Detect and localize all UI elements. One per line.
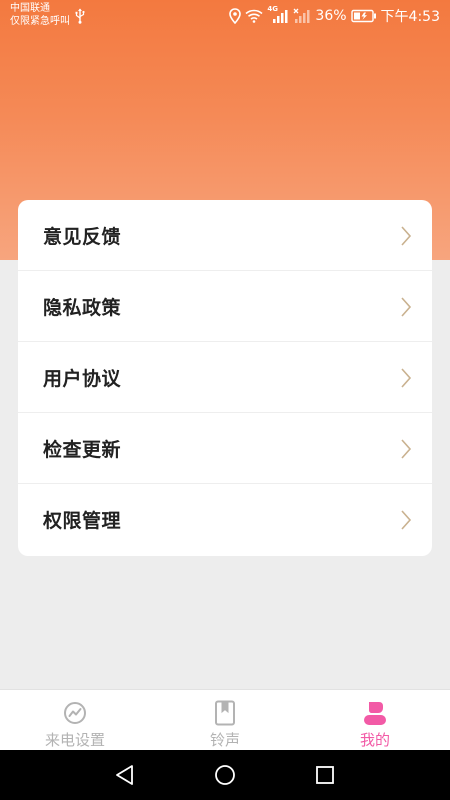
menu-item-label: 意见反馈	[43, 225, 122, 248]
trend-circle-icon	[64, 702, 86, 724]
chevron-right-icon	[401, 439, 412, 459]
carrier-name: 中国联通	[10, 3, 50, 14]
tab-call-settings[interactable]: 来电设置	[0, 690, 150, 750]
menu-item-check-update[interactable]: 检查更新	[18, 413, 432, 484]
menu-item-user-agreement[interactable]: 用户协议	[18, 342, 432, 413]
usb-icon	[75, 8, 85, 24]
clock: 下午4:53	[380, 9, 440, 25]
menu-item-label: 权限管理	[43, 510, 122, 532]
system-nav-bar	[0, 750, 450, 800]
tab-label: 铃声	[209, 731, 240, 749]
battery-percent: 36%	[315, 8, 347, 24]
bottom-tab-bar: 来电设置 铃声 我的	[0, 689, 450, 750]
status-bar: 中国联通 仅限紧急呼叫 4G 36% 下午4:53	[0, 0, 450, 32]
menu-item-label: 用户协议	[43, 367, 122, 390]
book-icon	[215, 700, 235, 726]
carrier-info: 中国联通 仅限紧急呼叫	[10, 2, 70, 28]
chevron-right-icon	[401, 226, 412, 246]
no-signal-icon	[293, 8, 310, 23]
wifi-icon	[245, 9, 263, 23]
tab-label: 来电设置	[44, 731, 105, 749]
tab-ringtones[interactable]: 铃声	[150, 690, 300, 750]
chevron-right-icon	[401, 368, 412, 388]
recents-icon[interactable]	[314, 764, 336, 786]
user-icon	[364, 702, 386, 725]
menu-item-feedback[interactable]: 意见反馈	[18, 200, 432, 271]
tab-mine[interactable]: 我的	[300, 690, 450, 750]
signal-4g: 4G	[267, 5, 289, 24]
menu-item-label: 隐私政策	[43, 296, 122, 319]
chevron-right-icon	[401, 510, 412, 530]
menu-item-privacy-policy[interactable]: 隐私政策	[18, 271, 432, 342]
status-icons: 4G 36% 下午4:53	[229, 5, 440, 26]
settings-menu-card: 意见反馈 隐私政策 用户协议 检查更新 权限管理	[18, 200, 432, 556]
back-icon[interactable]	[114, 764, 136, 786]
chevron-right-icon	[401, 297, 412, 317]
tab-label: 我的	[359, 731, 390, 749]
location-icon	[229, 8, 242, 24]
menu-item-permissions[interactable]: 权限管理	[18, 484, 432, 555]
menu-item-label: 检查更新	[43, 438, 122, 461]
emergency-only-text: 仅限紧急呼叫	[10, 16, 70, 27]
home-icon[interactable]	[214, 764, 236, 786]
signal-strength-icon	[273, 10, 288, 23]
battery-charging-icon	[350, 9, 376, 23]
